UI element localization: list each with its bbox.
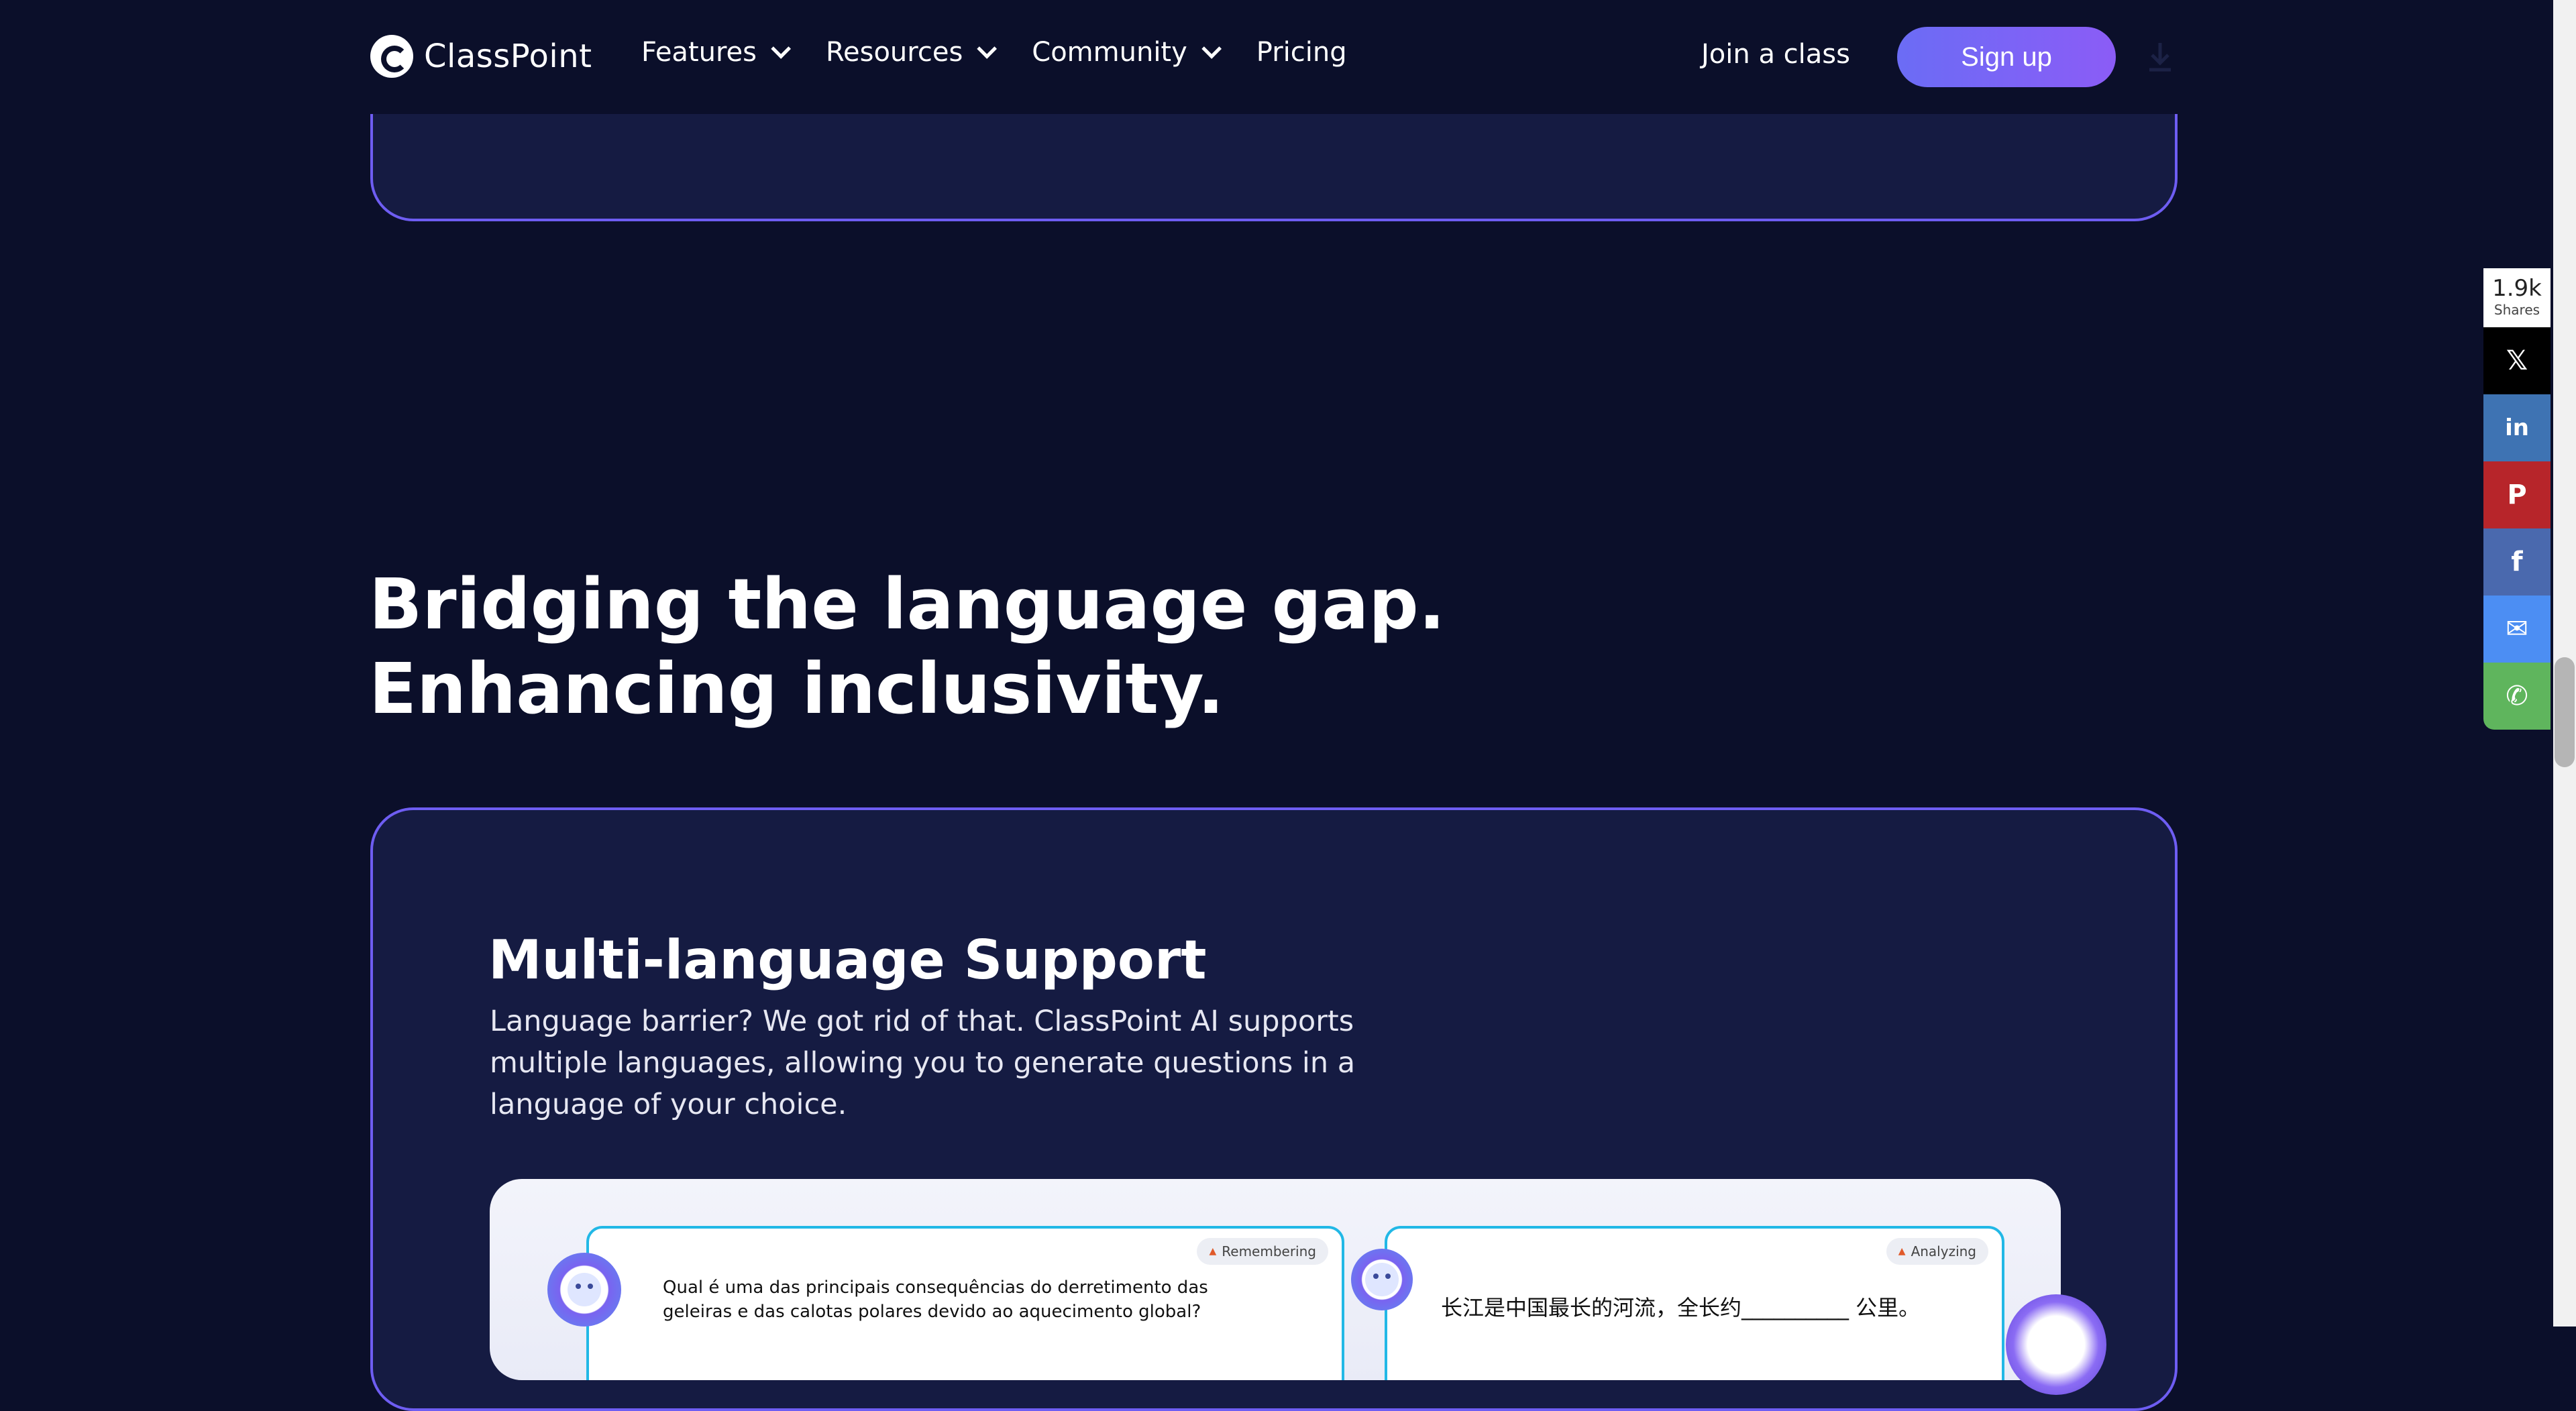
nav-features[interactable]: Features xyxy=(641,37,792,68)
pinterest-icon: P xyxy=(2507,479,2527,510)
bot-face xyxy=(1365,1263,1399,1296)
whatsapp-icon: ✆ xyxy=(2506,681,2528,712)
nav-resources[interactable]: Resources xyxy=(826,37,998,68)
question-card-chinese: Analyzing 长江是中国最长的河流，全长约__________ 公里。 xyxy=(1385,1226,2004,1380)
section-heading-line-1: Bridging the language gap. xyxy=(369,563,1446,645)
nav-community[interactable]: Community xyxy=(1032,37,1222,68)
share-facebook-button[interactable]: f xyxy=(2483,528,2551,596)
chevron-down-icon xyxy=(771,38,792,59)
linkedin-icon: in xyxy=(2505,414,2529,441)
sign-up-button[interactable]: Sign up xyxy=(1897,27,2116,87)
nav-resources-label: Resources xyxy=(826,37,963,68)
question-text: 长江是中国最长的河流，全长约__________ 公里。 xyxy=(1441,1295,1921,1320)
share-whatsapp-button[interactable]: ✆ xyxy=(2483,663,2551,730)
share-linkedin-button[interactable]: in xyxy=(2483,394,2551,461)
messenger-icon: ✉ xyxy=(2506,614,2528,644)
share-pinterest-button[interactable]: P xyxy=(2483,461,2551,528)
x-icon: 𝕏 xyxy=(2506,345,2528,376)
download-icon[interactable] xyxy=(2147,40,2174,74)
nav-features-label: Features xyxy=(641,37,757,68)
section-heading: Bridging the language gap. Enhancing inc… xyxy=(369,562,1711,731)
share-messenger-button[interactable]: ✉ xyxy=(2483,596,2551,663)
nav-pricing-label: Pricing xyxy=(1256,37,1347,68)
section-heading-line-2: Enhancing inclusivity. xyxy=(369,648,1224,730)
bot-face xyxy=(568,1273,601,1306)
ai-bot-icon xyxy=(547,1253,621,1327)
card-description: Language barrier? We got rid of that. Cl… xyxy=(490,1005,1356,1121)
join-a-class-link[interactable]: Join a class xyxy=(1701,39,1850,70)
logo-text: ClassPoint xyxy=(424,38,592,75)
nav-pricing[interactable]: Pricing xyxy=(1256,37,1347,68)
share-count-label: Shares xyxy=(2493,302,2540,318)
scrollbar-thumb[interactable] xyxy=(2555,657,2575,767)
main-nav: Features Resources Community Pricing xyxy=(641,37,1347,68)
share-count: 1.9k Shares xyxy=(2483,268,2551,327)
card-title: Multi-language Support xyxy=(488,929,1207,991)
ai-bot-icon xyxy=(1351,1249,1413,1310)
share-x-button[interactable]: 𝕏 xyxy=(2483,327,2551,394)
facebook-icon: f xyxy=(2511,547,2523,577)
nav-community-label: Community xyxy=(1032,37,1187,68)
blooms-tag: Analyzing xyxy=(1886,1238,1988,1265)
ai-orb-icon xyxy=(2006,1294,2106,1395)
chevron-down-icon xyxy=(1201,38,1222,59)
chevron-down-icon xyxy=(977,38,998,59)
question-card-portuguese: Remembering Qual é uma das principais co… xyxy=(586,1226,1344,1380)
classpoint-logo[interactable]: ClassPoint xyxy=(370,32,592,80)
multi-language-preview: Remembering Qual é uma das principais co… xyxy=(490,1179,2061,1380)
social-share-bar: 1.9k Shares 𝕏 in P f ✉ ✆ xyxy=(2483,268,2551,730)
share-count-number: 1.9k xyxy=(2492,275,2542,302)
blooms-tag: Remembering xyxy=(1197,1238,1328,1265)
classpoint-logo-icon xyxy=(370,35,413,78)
site-header: ClassPoint Features Resources Community … xyxy=(0,0,2553,114)
question-text: Qual é uma das principais consequências … xyxy=(663,1278,1208,1322)
